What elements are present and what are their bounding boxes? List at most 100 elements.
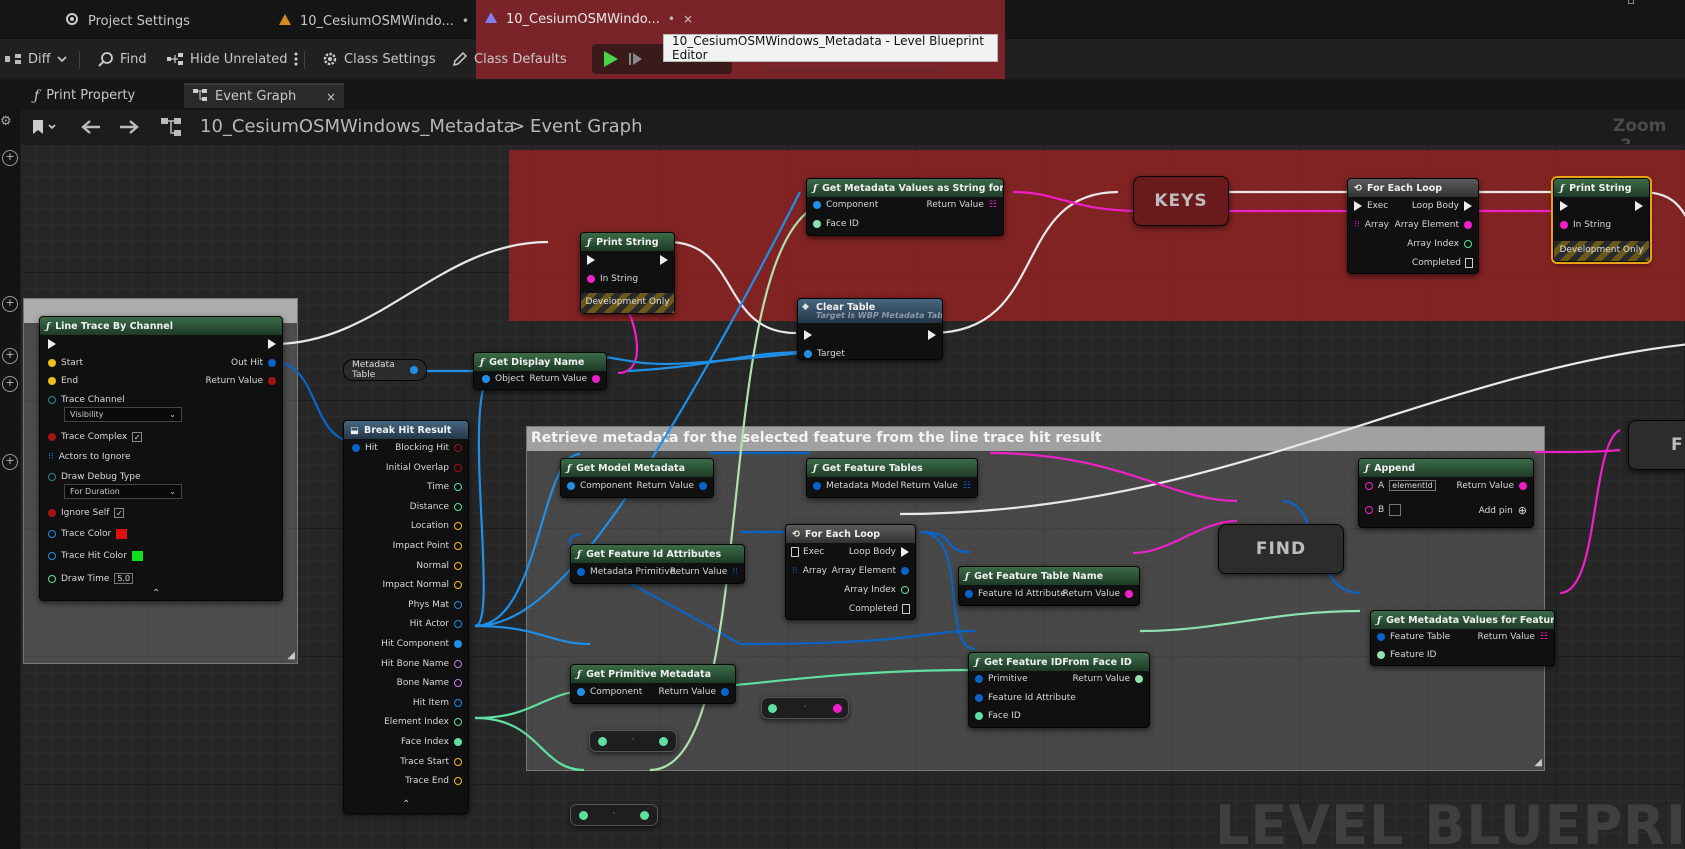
actors-to-ignore-pin[interactable]: ⁝⁝ Actors to Ignore [48,452,130,462]
class-defaults-button[interactable]: Class Defaults [452,47,567,71]
trace-channel-dropdown[interactable]: Visibility ⌄ [64,407,182,422]
add-pin-button[interactable]: Add pin ⊕ [1479,504,1527,517]
target-pin[interactable]: Target [804,349,845,359]
return-value-pin[interactable]: Return Value ☷ [900,481,971,491]
end-pin[interactable]: End [48,376,78,386]
tab-event-graph[interactable]: Event Graph × [184,83,344,108]
close-tab-icon[interactable]: × [326,90,336,104]
node-get-model-metadata[interactable]: ƒ Get Model Metadata Component Return Val… [560,458,714,498]
break-hit-output-pin[interactable]: Trace End [405,776,462,786]
exec-input-pin[interactable] [1560,201,1568,211]
loop-body-pin[interactable]: Loop Body [849,547,909,557]
event-graph-canvas[interactable]: ◢ Retrieve metadata for the selected fea… [20,144,1685,849]
reroute-node[interactable]: · [570,804,658,826]
node-find-1[interactable]: FIND [1218,524,1344,574]
loop-body-pin[interactable]: Loop Body [1412,201,1472,211]
hit-pin[interactable]: Hit [352,443,378,453]
break-hit-output-pin[interactable]: Impact Point [393,541,462,551]
break-hit-output-pin[interactable]: Distance [410,502,462,512]
step-icon[interactable] [628,51,644,71]
break-hit-output-pin[interactable]: Hit Component [381,639,462,649]
exec-output-pin[interactable] [660,255,668,265]
break-hit-output-pin[interactable]: Hit Item [413,698,462,708]
add-icon[interactable]: + [2,150,18,166]
node-get-primitive-metadata[interactable]: ƒ Get Primitive Metadata Component Return… [570,664,736,704]
breadcrumb-graph[interactable]: Event Graph [530,116,643,137]
start-pin[interactable]: Start [48,358,83,368]
face-id-pin[interactable]: Face ID [975,711,1021,721]
node-append[interactable]: ƒ Append AelementId Return Value B Add pi… [1358,458,1534,528]
bookmark-icon[interactable] [32,119,56,139]
trace-color-swatch[interactable] [116,529,128,539]
return-value-pin[interactable]: Return Value [1073,674,1143,684]
node-metadata-table-variable[interactable]: Metadata Table [343,359,427,381]
add-icon[interactable]: + [2,454,18,470]
tab-level-blueprint[interactable]: 10_CesiumOSMWindo... • × [476,0,1005,38]
metadata-primitive-pin[interactable]: Metadata Primitive [577,567,675,577]
forward-arrow-icon[interactable] [118,119,140,139]
collapse-icon[interactable]: ⌃ [152,588,160,599]
return-value-pin[interactable]: Return Value [659,687,729,697]
trace-complex-checkbox[interactable]: ✓ [132,432,143,442]
break-hit-output-pin[interactable]: Initial Overlap [386,463,462,473]
completed-pin[interactable]: Completed [1412,258,1473,268]
restore-window-icon[interactable] [1628,0,1634,4]
node-get-feature-id-from-face-id[interactable]: ƒ Get Feature IDFrom Face ID Primitive Re… [968,652,1150,728]
component-pin[interactable]: Component [813,200,878,210]
node-line-trace-by-channel[interactable]: ƒ Line Trace By Channel Start Out Hit End… [39,316,283,601]
array-pin[interactable]: ⁝⁝ Array [792,566,827,576]
node-get-metadata-values-for-feature-id[interactable]: ƒGet Metadata Values for Feature ID Feat… [1370,610,1555,666]
node-find-2[interactable]: FIND [1628,420,1685,470]
hide-unrelated-button[interactable]: Hide Unrelated [166,47,298,71]
out-hit-pin[interactable]: Out Hit [231,358,276,368]
return-value-pin[interactable]: Return Value ⁝⁝ [670,567,738,577]
break-hit-output-pin[interactable]: Trace Start [400,757,462,767]
a-pin[interactable]: AelementId [1365,480,1436,491]
return-value-pin[interactable]: Return Value [206,376,276,386]
exec-output-pin[interactable] [268,339,276,349]
tab-print-property[interactable]: ƒ Print Property [26,83,143,108]
break-hit-output-pin[interactable]: Bone Name [397,678,462,688]
in-string-pin[interactable]: In String [587,274,638,284]
object-pin[interactable]: Object [482,374,524,384]
back-arrow-icon[interactable] [80,119,102,139]
node-clear-table[interactable]: Clear Table Target is WBP Metadata Table… [797,298,943,360]
return-value-pin[interactable]: Return Value ☷ [1477,632,1548,642]
tab-project-settings[interactable]: Project Settings [56,4,198,38]
completed-pin[interactable]: Completed [849,604,910,614]
tab-level-map[interactable]: 10_CesiumOSMWindo... • [270,4,477,38]
exec-input-pin[interactable]: Exec [791,547,824,557]
exec-input-pin[interactable] [587,255,595,265]
feature-id-attribute-pin[interactable]: Feature Id Attribute [965,589,1066,599]
exec-input-pin[interactable]: Exec [1354,201,1388,211]
break-hit-output-pin[interactable]: Blocking Hit [395,443,462,453]
component-pin[interactable]: Component [567,481,632,491]
array-element-pin[interactable]: Array Element [832,566,909,576]
add-icon[interactable]: + [2,296,18,312]
more-options-icon[interactable] [294,52,298,66]
reroute-node[interactable]: · [589,730,677,752]
feature-id-pin[interactable]: Feature ID [1377,650,1436,660]
class-settings-button[interactable]: Class Settings [322,47,436,71]
break-hit-output-pin[interactable]: Normal [416,561,462,571]
find-button[interactable]: Find [98,47,147,71]
return-value-pin[interactable]: Return Value [637,481,707,491]
face-id-pin[interactable]: Face ID [813,219,859,229]
collapse-icon[interactable]: ⌃ [402,799,410,810]
add-icon[interactable]: + [2,348,18,364]
component-pin[interactable]: Component [577,687,642,697]
b-input[interactable] [1389,504,1402,516]
return-value-pin[interactable]: Return Value [530,374,600,384]
diff-button[interactable]: Diff [4,47,67,71]
array-pin[interactable]: ⁝⁝ Array [1354,220,1389,230]
in-string-pin[interactable]: In String [1560,220,1611,230]
feature-table-pin[interactable]: Feature Table [1377,632,1450,642]
play-icon[interactable] [600,49,620,73]
break-hit-output-pin[interactable]: Hit Bone Name [381,659,462,669]
exec-output-pin[interactable] [928,330,936,340]
break-hit-output-pin[interactable]: Element Index [384,717,462,727]
ignore-self-pin[interactable]: Ignore Self ✓ [48,508,125,518]
reroute-node[interactable]: · [761,697,849,719]
break-hit-output-pin[interactable]: Impact Normal [382,580,462,590]
array-index-pin[interactable]: Array Index [844,585,909,595]
